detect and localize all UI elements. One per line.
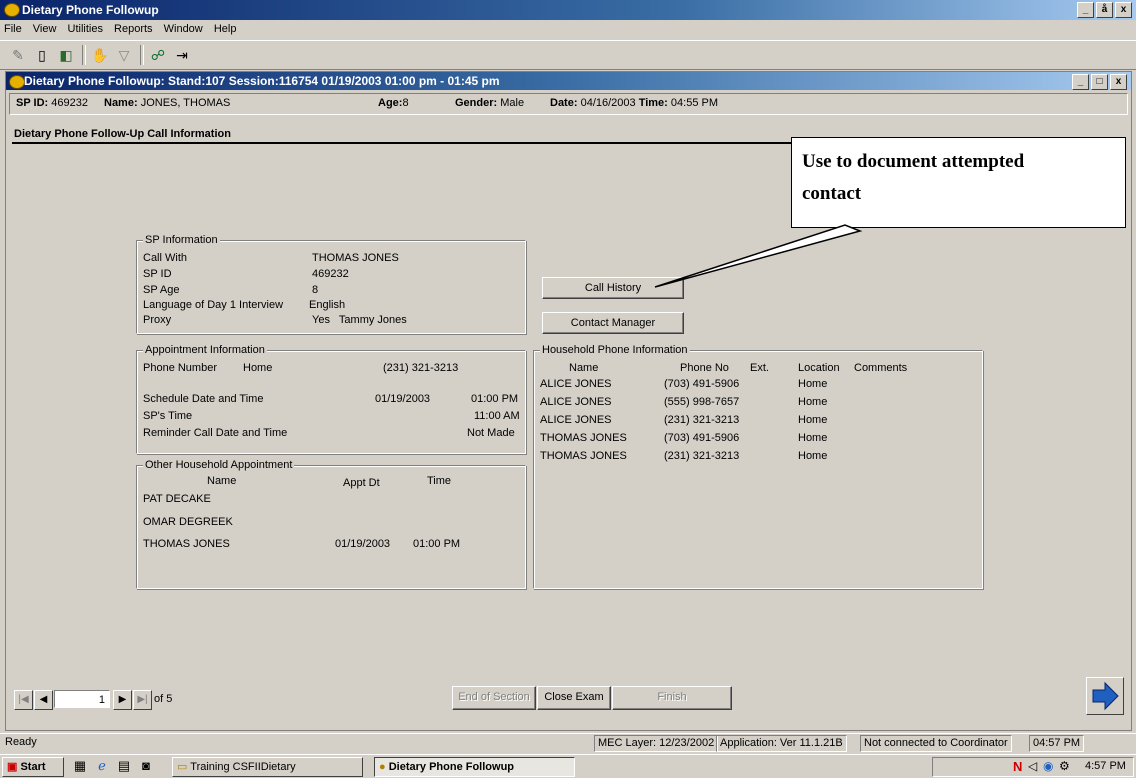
- taskbar-training-csfii[interactable]: ▭ Training CSFIIDietary: [172, 757, 363, 777]
- taskbar: ▣ Start ▦ ℯ ▤ ◙ ▭ Training CSFIIDietary …: [0, 754, 1136, 778]
- task2-label: Dietary Phone Followup: [388, 761, 515, 773]
- taskbar-clock: 4:57 PM: [1085, 760, 1126, 772]
- internet-explorer-icon[interactable]: ℯ: [92, 756, 112, 776]
- tray-app-icon[interactable]: ⚙: [1059, 759, 1070, 773]
- desktop-icon[interactable]: ▤: [114, 756, 134, 776]
- status-bar: Ready MEC Layer: 12/23/2002 Application:…: [0, 733, 1136, 752]
- quicklaunch-app-icon[interactable]: ▦: [70, 756, 90, 776]
- quicklaunch-window-icon[interactable]: ◙: [136, 756, 156, 776]
- folder-icon: ▭: [177, 761, 188, 773]
- start-button[interactable]: ▣ Start: [2, 757, 64, 777]
- status-ready: Ready: [5, 736, 37, 748]
- status-mec-layer: MEC Layer: 12/23/2002: [594, 735, 719, 752]
- status-coordinator: Not connected to Coordinator: [860, 735, 1012, 752]
- status-application: Application: Ver 11.1.21B: [716, 735, 847, 752]
- task1-label: Training CSFIIDietary: [190, 761, 296, 773]
- network-icon[interactable]: ◉: [1043, 759, 1053, 773]
- dietary-app-icon: ●: [379, 761, 386, 773]
- status-time: 04:57 PM: [1029, 735, 1085, 752]
- start-label: Start: [20, 761, 46, 773]
- callout-pointer: [654, 224, 863, 288]
- volume-icon[interactable]: ◁: [1028, 759, 1037, 773]
- windows-logo-icon: ▣: [7, 761, 18, 773]
- taskbar-dietary-phone-followup[interactable]: ● Dietary Phone Followup: [374, 757, 575, 777]
- norton-icon[interactable]: N: [1013, 759, 1022, 774]
- system-tray: N ◁ ◉ ⚙ 4:57 PM: [932, 757, 1134, 777]
